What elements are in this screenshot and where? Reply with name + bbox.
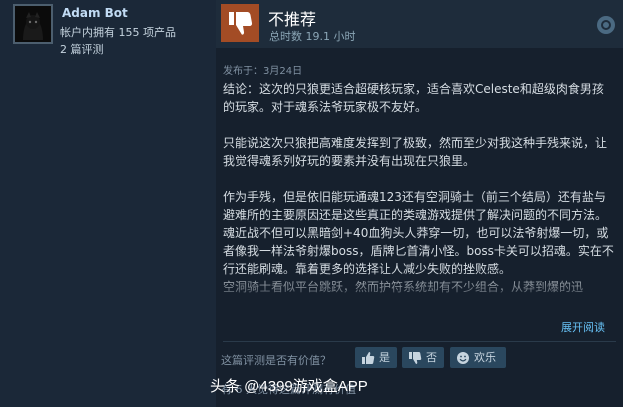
text-fade-overlay xyxy=(216,270,623,304)
vote-yes-button[interactable]: 是 xyxy=(355,347,397,368)
review-panel: 不推荐 总时数 19.1 小时 发布于：3月24日 结论：这次的只狼更适合超硬核… xyxy=(216,0,623,407)
thumbs-down-small-icon xyxy=(409,351,422,364)
thumbs-up-icon xyxy=(362,351,375,364)
expand-review-link[interactable]: 展开阅读 xyxy=(561,319,605,335)
thumbs-down-icon xyxy=(229,12,253,35)
vote-yes-label: 是 xyxy=(379,351,390,364)
smiley-icon xyxy=(457,351,469,364)
posted-date: 发布于：3月24日 xyxy=(223,66,303,77)
reviews-count[interactable]: 2 篇评测 xyxy=(60,41,104,57)
review-header[interactable]: 不推荐 总时数 19.1 小时 xyxy=(216,0,623,48)
divider xyxy=(223,341,616,342)
avatar-image xyxy=(15,6,51,42)
vote-funny-label: 欢乐 xyxy=(474,351,496,364)
thumbs-down-badge xyxy=(221,4,259,42)
playtime-hours: 总时数 19.1 小时 xyxy=(269,30,356,43)
review-paragraph: 只能说这次只狼把高难度发挥到了极致，然而至少对我这种手残来说，让我觉得魂系列好玩… xyxy=(223,136,608,168)
recommendation-title[interactable]: 不推荐 xyxy=(268,6,316,30)
vote-funny-button[interactable]: 欢乐 xyxy=(450,347,506,368)
helpful-question: 这篇评测是否有价值？ xyxy=(221,354,331,367)
products-owned[interactable]: 帐户内拥有 155 项产品 xyxy=(60,24,176,40)
review-paragraph: 结论：这次的只狼更适合超硬核玩家，适合喜欢Celeste和超级肉食男孩的玩家。对… xyxy=(223,82,604,114)
vote-no-label: 否 xyxy=(426,351,437,364)
author-name[interactable]: Adam Bot xyxy=(62,6,128,20)
watermark: 头条 @4399游戏盒APP xyxy=(210,378,368,395)
avatar[interactable] xyxy=(13,4,53,44)
vote-no-button[interactable]: 否 xyxy=(402,347,444,368)
review-body: 结论：这次的只狼更适合超硬核玩家，适合喜欢Celeste和超级肉食男孩的玩家。对… xyxy=(223,80,615,300)
steam-logo-icon xyxy=(597,16,615,34)
author-sidebar: Adam Bot 帐户内拥有 155 项产品 2 篇评测 xyxy=(0,0,212,407)
